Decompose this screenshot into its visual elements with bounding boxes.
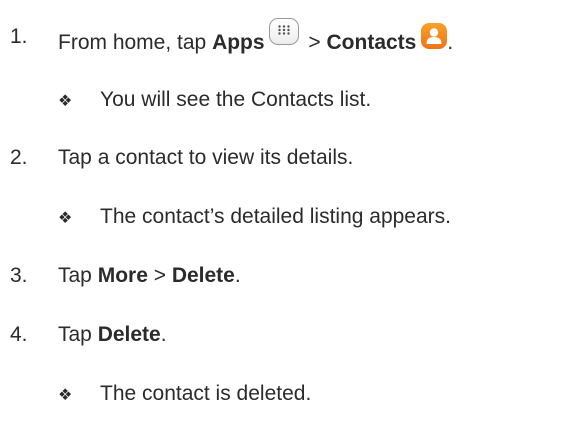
- step-number: 1.: [10, 25, 28, 48]
- apps-label: Apps: [212, 31, 265, 54]
- bullet-text: The contact is deleted.: [100, 382, 312, 405]
- step-text: Tap More > Delete.: [58, 264, 241, 287]
- step-text: From home, tap Apps > Contacts.: [58, 18, 453, 55]
- bullet-text: You will see the Contacts list.: [100, 88, 372, 111]
- bullet-icon: ❖: [58, 385, 73, 404]
- bullet-text: The contact’s detailed listing appears.: [100, 205, 451, 228]
- more-label: More: [97, 264, 148, 287]
- apps-grid-icon: [268, 18, 299, 45]
- step-text: Tap Delete.: [58, 323, 167, 346]
- step-number: 4.: [10, 323, 28, 346]
- contacts-app-icon: [421, 23, 448, 49]
- step-text: Tap a contact to view its details.: [58, 146, 354, 169]
- contacts-label: Contacts: [326, 31, 417, 54]
- bullet-icon: ❖: [58, 91, 73, 110]
- delete-label: Delete: [171, 264, 235, 287]
- delete-label: Delete: [97, 323, 161, 346]
- step-number: 2.: [10, 146, 28, 169]
- step-number: 3.: [10, 264, 28, 287]
- bullet-icon: ❖: [58, 208, 73, 227]
